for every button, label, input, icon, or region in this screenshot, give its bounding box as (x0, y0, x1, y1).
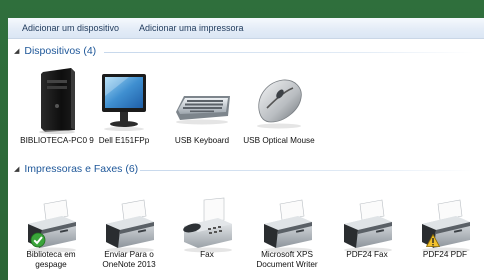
printer-icon (258, 196, 316, 254)
device-label: USB Keyboard (174, 136, 230, 145)
device-item-mouse[interactable]: USB Optical Mouse (240, 66, 318, 145)
keyboard-icon (170, 66, 234, 134)
default-printer-check-icon (30, 232, 46, 248)
printer-label: PDF24 PDF (422, 250, 468, 259)
printers-section-title: Impressoras e Faxes (6) (24, 163, 139, 175)
device-label: Dell E151FPp (98, 136, 150, 145)
printer-label: Fax (200, 250, 214, 259)
section-divider (104, 52, 474, 53)
collapse-arrow-icon[interactable]: ◢ (14, 45, 19, 59)
printer-icon (416, 196, 474, 254)
section-divider (140, 170, 474, 171)
printer-item[interactable]: PDF24 Fax (328, 196, 406, 259)
devices-and-printers-window: Adicionar um dispositivo Adicionar uma i… (8, 18, 484, 280)
devices-section-header[interactable]: ◢ Dispositivos (4) (14, 44, 96, 58)
add-device-button[interactable]: Adicionar um dispositivo (22, 21, 119, 35)
monitor-icon (99, 66, 149, 134)
printer-icon (22, 196, 80, 254)
devices-section-title: Dispositivos (4) (24, 45, 97, 57)
printer-icon (338, 196, 396, 254)
printer-item[interactable]: Biblioteca em gespage (12, 196, 90, 269)
printer-icon (100, 196, 158, 254)
printer-label: PDF24 Fax (346, 250, 388, 259)
warning-icon (426, 234, 440, 247)
printer-label: Microsoft XPS Document Writer (256, 250, 318, 269)
command-bar: Adicionar um dispositivo Adicionar uma i… (8, 18, 484, 39)
printers-section-header[interactable]: ◢ Impressoras e Faxes (6) (14, 162, 138, 176)
mouse-icon (249, 66, 309, 134)
printer-label: Enviar Para o OneNote 2013 (102, 250, 156, 269)
printer-item[interactable]: Enviar Para o OneNote 2013 (90, 196, 168, 269)
collapse-arrow-icon[interactable]: ◢ (14, 163, 19, 177)
device-item-monitor[interactable]: Dell E151FPp (85, 66, 163, 145)
printer-item[interactable]: Microsoft XPS Document Writer (248, 196, 326, 269)
device-item-keyboard[interactable]: USB Keyboard (163, 66, 241, 145)
device-label: USB Optical Mouse (243, 136, 315, 145)
fax-icon (178, 196, 236, 254)
printer-item[interactable]: Fax (168, 196, 246, 259)
computer-tower-icon (35, 66, 79, 134)
printer-item[interactable]: PDF24 PDF (406, 196, 484, 259)
printer-label: Biblioteca em gespage (26, 250, 76, 269)
add-printer-button[interactable]: Adicionar uma impressora (139, 21, 244, 35)
